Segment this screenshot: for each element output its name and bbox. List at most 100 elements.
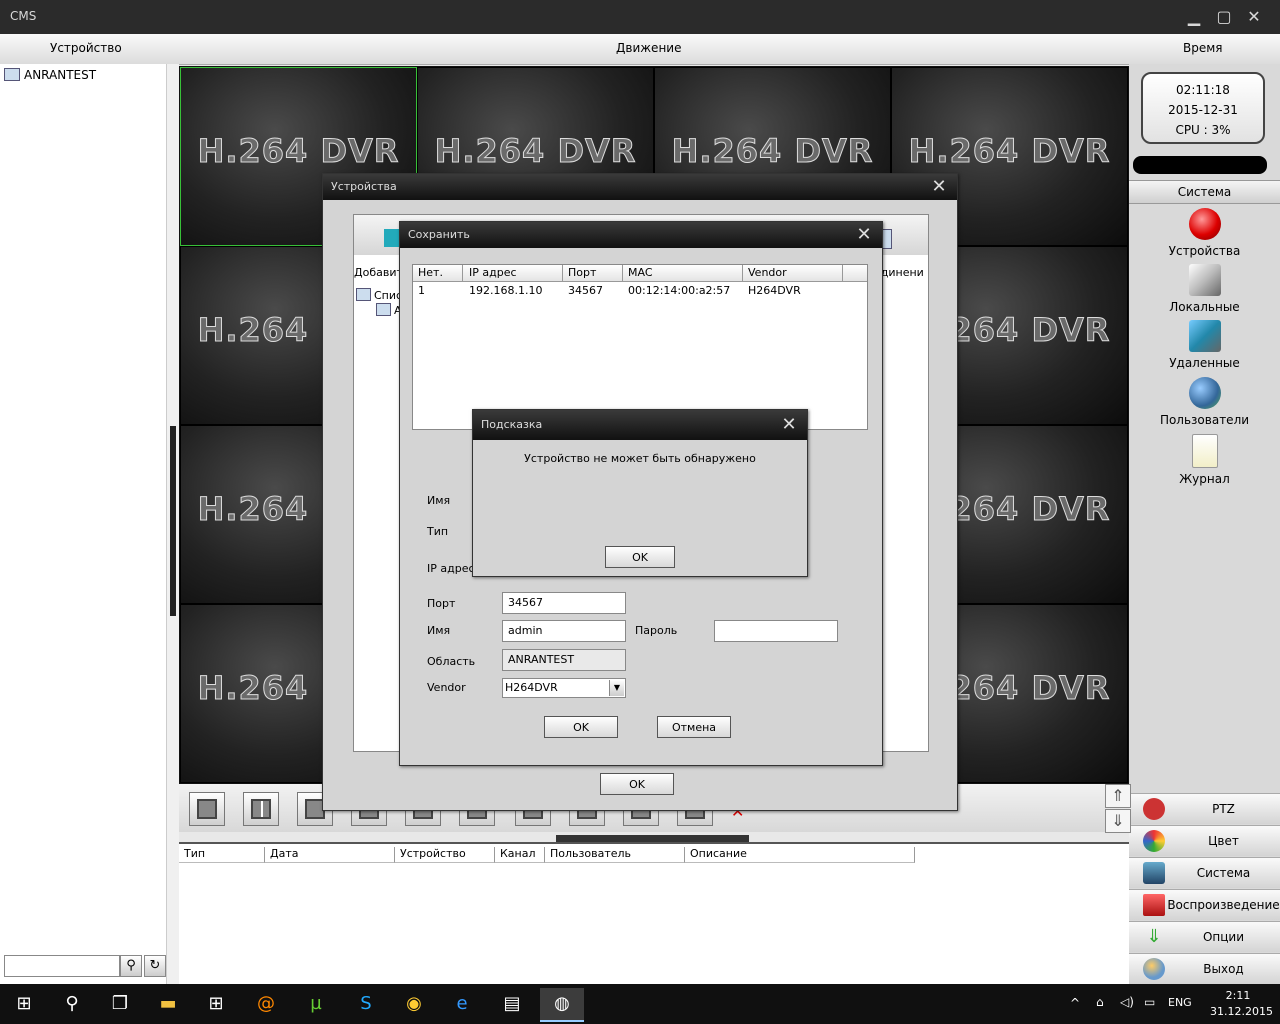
devices-button[interactable]: Устройства — [1129, 208, 1280, 258]
hint-ok-button[interactable]: OK — [605, 546, 675, 568]
media-clapper-icon[interactable]: ▤ — [496, 988, 528, 1020]
edge-icon[interactable]: e — [446, 988, 478, 1020]
skype-icon[interactable]: S — [350, 988, 382, 1020]
taskbar-clock[interactable]: 2:11 31.12.2015 — [1210, 988, 1273, 1020]
events-table: Тип Дата Устройство Канал Пользователь О… — [179, 842, 1129, 986]
col-device[interactable]: Устройство — [395, 847, 495, 863]
found-devices-header: Нет. IP адрес Порт MAC Vendor — [413, 265, 867, 282]
refresh-icon[interactable]: ↻ — [144, 955, 166, 977]
tree-item-root[interactable]: ANRANTEST — [4, 68, 96, 82]
col-mac[interactable]: MAC — [623, 265, 743, 281]
minimize-button[interactable]: ▁ — [1184, 7, 1204, 27]
col-description[interactable]: Описание — [685, 847, 915, 863]
store-icon[interactable]: ⊞ — [200, 988, 232, 1020]
col-port[interactable]: Порт — [563, 265, 623, 281]
volume-icon[interactable]: ◁) — [1120, 995, 1134, 1009]
col-type[interactable]: Тип — [179, 847, 265, 863]
status-bar — [1133, 156, 1267, 174]
ptz-icon — [1143, 798, 1165, 820]
cms-app-icon[interactable]: ◍ — [540, 988, 584, 1022]
table-row[interactable]: 1 192.168.1.10 34567 00:12:14:00:a2:57 H… — [413, 283, 867, 299]
panel-collapse-handle[interactable] — [556, 835, 749, 842]
col-vendor[interactable]: Vendor — [743, 265, 843, 281]
save-ok-button[interactable]: OK — [544, 716, 618, 738]
col-date[interactable]: Дата — [265, 847, 395, 863]
close-icon[interactable]: ✕ — [854, 222, 874, 248]
options-button[interactable]: ⇓ Опции — [1129, 921, 1280, 952]
local-config-label: Локальные — [1169, 300, 1240, 314]
tree-item-label: ANRANTEST — [24, 68, 97, 82]
col-ip[interactable]: IP адрес — [463, 265, 563, 281]
maximize-button[interactable]: ▢ — [1214, 7, 1234, 27]
users-label: Пользователи — [1159, 413, 1250, 427]
scroll-up-button[interactable]: ⇑ — [1105, 784, 1131, 808]
task-view-icon[interactable]: ❐ — [104, 988, 136, 1020]
add-device-icon[interactable] — [384, 229, 400, 247]
local-config-button[interactable]: Локальные — [1129, 264, 1280, 314]
close-icon[interactable]: ✕ — [779, 410, 799, 440]
password-field[interactable] — [714, 620, 838, 642]
search-icon[interactable]: ⚲ — [120, 955, 142, 977]
row-no: 1 — [418, 284, 425, 297]
port-label: Порт — [427, 597, 456, 610]
ip-label: IP адрес — [427, 562, 475, 575]
hint-dialog: Подсказка ✕ Устройство не может быть обн… — [472, 409, 808, 577]
col-channel[interactable]: Канал — [495, 847, 545, 863]
left-panel-splitter[interactable] — [166, 64, 179, 984]
utorrent-icon[interactable]: µ — [300, 988, 332, 1020]
vendor-select[interactable]: H264DVR ▼ — [502, 678, 626, 698]
window-title: CMS — [10, 9, 37, 23]
col-user[interactable]: Пользователь — [545, 847, 685, 863]
tray-chevron-up-icon[interactable]: ^ — [1070, 996, 1080, 1010]
exit-button[interactable]: Выход — [1129, 953, 1280, 984]
device-list-item[interactable]: Спис — [356, 288, 402, 302]
row-port: 34567 — [568, 284, 603, 297]
scroll-down-button[interactable]: ⇓ — [1105, 809, 1131, 833]
device-group-icon — [356, 288, 371, 301]
layout-4-button[interactable] — [243, 792, 279, 826]
col-no[interactable]: Нет. — [413, 265, 463, 281]
system-section-title: Система — [1129, 180, 1280, 204]
clock-time: 02:11:18 — [1176, 83, 1230, 97]
type-label: Тип — [427, 525, 449, 538]
port-field[interactable]: 34567 — [502, 592, 626, 614]
layout-4-icon — [251, 799, 271, 819]
cancel-button[interactable]: Отмена — [657, 716, 731, 738]
playback-button[interactable]: Воспроизведение — [1129, 889, 1280, 920]
users-button[interactable]: Пользователи — [1129, 377, 1280, 427]
search-input[interactable] — [4, 955, 120, 977]
splitter-handle[interactable] — [170, 426, 176, 616]
devices-ok-button[interactable]: OK — [600, 773, 674, 795]
user-field[interactable]: admin — [502, 620, 626, 642]
layout-1-button[interactable] — [189, 792, 225, 826]
notification-icon[interactable]: ▭ — [1144, 995, 1155, 1009]
log-button[interactable]: Журнал — [1129, 434, 1280, 486]
clapperboard-icon — [1143, 894, 1165, 916]
users-icon — [1188, 377, 1221, 409]
clock-date: 2015-12-31 — [1168, 103, 1238, 117]
search-icon[interactable]: ⚲ — [56, 988, 88, 1020]
color-button[interactable]: Цвет — [1129, 825, 1280, 856]
chevron-down-icon[interactable]: ▼ — [609, 680, 624, 696]
mail-at-icon[interactable]: @ — [250, 988, 282, 1020]
time-header: Время — [1183, 41, 1223, 55]
taskbar: ⊞ ⚲ ❐ ▬ ⊞ @ µ S ◉ e ▤ ◍ ^ ⌂ ◁) ▭ ENG 2:1… — [0, 984, 1280, 1024]
language-indicator[interactable]: ENG — [1168, 996, 1192, 1009]
file-explorer-icon[interactable]: ▬ — [152, 988, 184, 1020]
log-label: Журнал — [1179, 472, 1230, 486]
system-monitor-icon — [1143, 862, 1165, 884]
close-window-button[interactable]: ✕ — [1244, 7, 1264, 27]
taskbar-time: 2:11 — [1225, 989, 1251, 1002]
motion-header: Движение — [616, 41, 682, 55]
taskbar-date: 31.12.2015 — [1210, 1005, 1273, 1018]
system-button[interactable]: Система — [1129, 857, 1280, 888]
close-icon[interactable]: ✕ — [929, 174, 949, 200]
device-tree-panel: ANRANTEST — [0, 64, 170, 984]
network-icon[interactable]: ⌂ — [1096, 995, 1104, 1009]
device-sub-item[interactable]: A — [376, 303, 402, 317]
start-windows-icon[interactable]: ⊞ — [8, 988, 40, 1020]
vendor-select-value: H264DVR — [505, 681, 558, 694]
ptz-button[interactable]: PTZ — [1129, 793, 1280, 824]
chrome-icon[interactable]: ◉ — [398, 988, 430, 1020]
remote-config-button[interactable]: Удаленные — [1129, 320, 1280, 370]
